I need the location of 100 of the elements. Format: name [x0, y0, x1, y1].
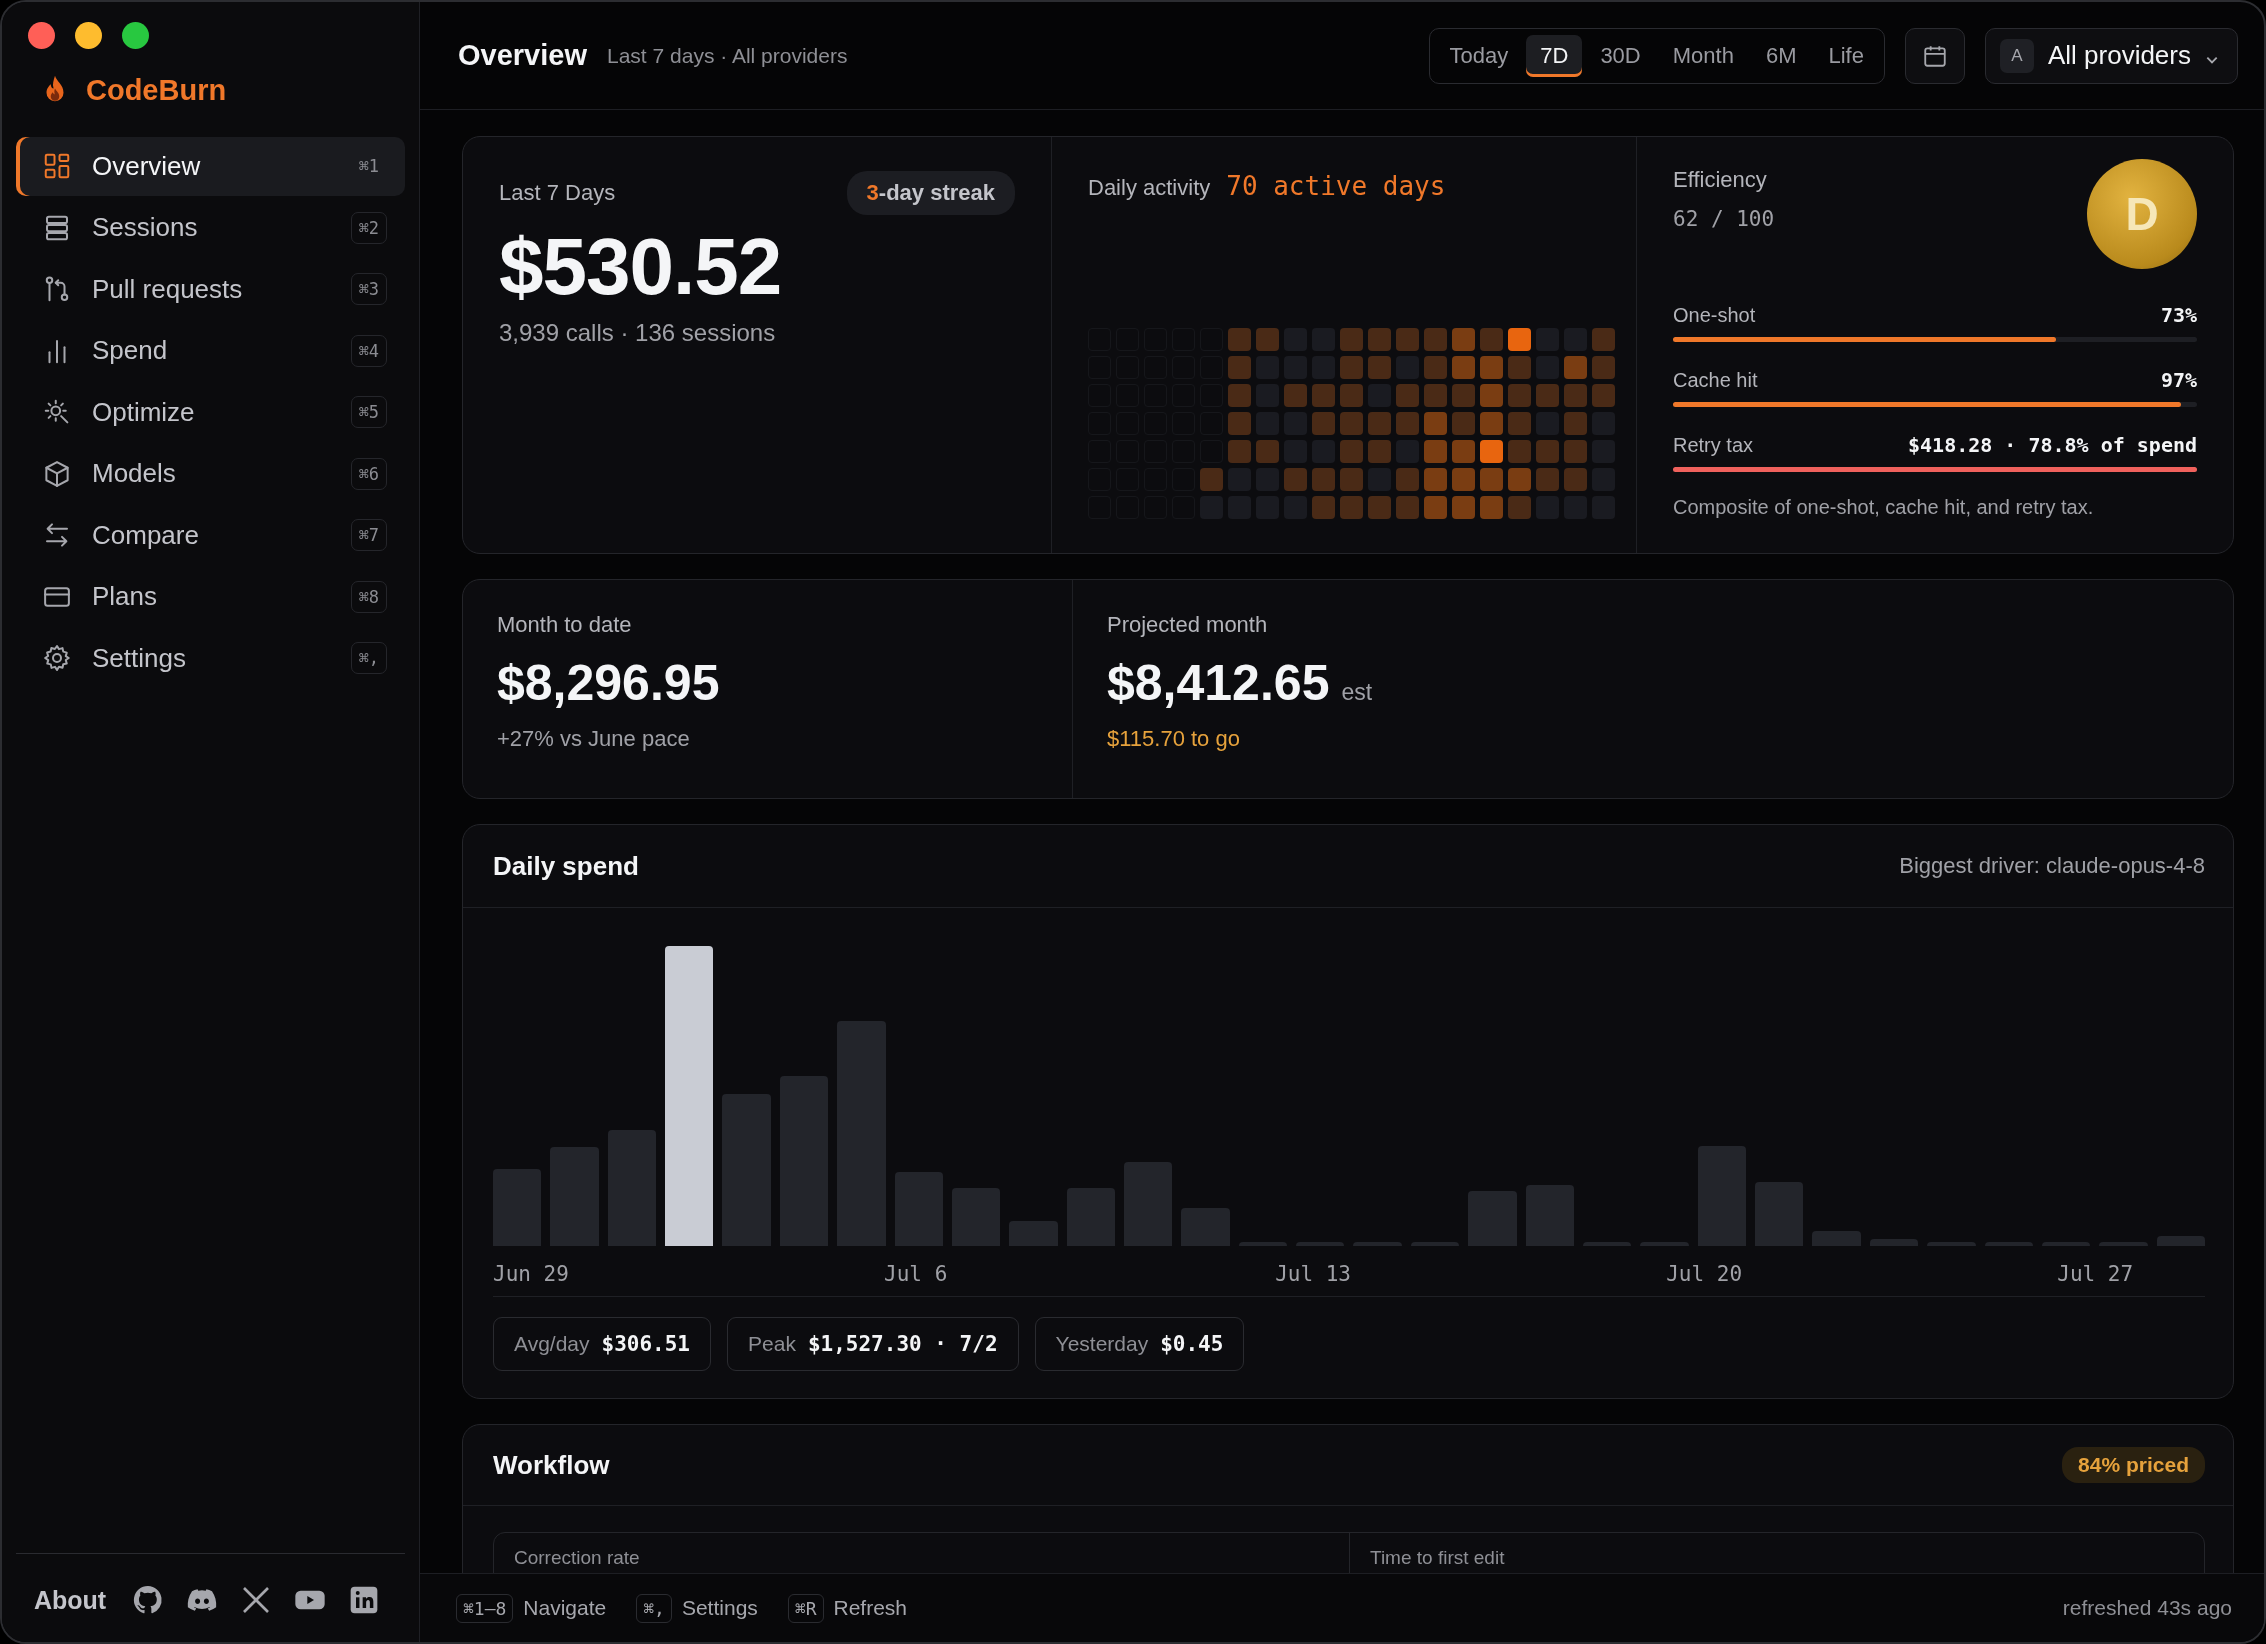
- chart-bar: [1009, 1221, 1058, 1246]
- metric-label: Cache hit: [1673, 368, 1758, 392]
- efficiency-label: Efficiency: [1673, 167, 1768, 193]
- metric-label: Retry tax: [1673, 433, 1754, 457]
- nav-item[interactable]: Models ⌘6: [16, 444, 405, 503]
- metric-label: One-shot: [1673, 303, 1756, 327]
- chart-bar: [1640, 1241, 1689, 1246]
- refresh-status: refreshed 43s ago: [2062, 1596, 2232, 1620]
- streak-badge: 3-day streak: [846, 171, 1015, 215]
- metric-value: 73%: [2160, 303, 2197, 327]
- chart-bar: [951, 1188, 1001, 1246]
- axis-label: Jun 29: [493, 1262, 570, 1286]
- usage-detail: 3,939 calls · 136 sessions: [499, 319, 777, 347]
- nav-item[interactable]: Compare ⌘7: [16, 506, 405, 565]
- activity-label: Daily activity: [1088, 175, 1211, 201]
- about-link[interactable]: About: [34, 1585, 107, 1615]
- calendar-button[interactable]: [1904, 27, 1965, 84]
- cube-icon: [42, 458, 72, 489]
- axis-label: Jul 6: [884, 1262, 949, 1286]
- axis-label: Jul 20: [1666, 1262, 1744, 1286]
- active-days: 70 active days: [1226, 171, 1446, 201]
- stat-value: $1,527.30 · 7/2: [807, 1332, 998, 1356]
- page-title: Overview: [458, 39, 587, 72]
- range-tab[interactable]: 6M: [1751, 34, 1811, 77]
- stat-value: $0.45: [1160, 1332, 1224, 1356]
- app-name: CodeBurn: [86, 73, 227, 107]
- total-amount: $530.52: [499, 221, 783, 313]
- stat-label: Peak: [748, 1332, 796, 1356]
- shortcut-key: ⌘R: [787, 1593, 824, 1623]
- nav-item[interactable]: Overview ⌘1: [16, 137, 405, 196]
- range-tab[interactable]: 7D: [1526, 34, 1583, 77]
- stat-label: Yesterday: [1055, 1332, 1149, 1356]
- efficiency-score: 62 / 100: [1673, 207, 1775, 231]
- shortcut-key: ⌘2: [350, 211, 387, 244]
- chart-bar: [1410, 1241, 1460, 1246]
- range-tab[interactable]: 30D: [1586, 34, 1655, 77]
- stat-value: $306.51: [601, 1332, 690, 1356]
- chart-bar: [2156, 1235, 2205, 1246]
- minimize-button[interactable]: [75, 22, 102, 49]
- shortcut-key: ⌘5: [350, 396, 387, 429]
- provider-avatar: A: [1999, 38, 2034, 73]
- month-label: Month to date: [497, 612, 633, 638]
- chart-bar: [1238, 1241, 1288, 1246]
- priced-badge: 84% priced: [2062, 1447, 2205, 1483]
- chart-bar: [1582, 1241, 1632, 1246]
- projection-detail: $115.70 to go: [1107, 726, 1241, 752]
- nav-item[interactable]: Optimize ⌘5: [16, 383, 405, 442]
- nav-item[interactable]: Plans ⌘8: [16, 567, 405, 626]
- month-amount: $8,296.95: [497, 654, 720, 712]
- chart-bar: [1468, 1191, 1517, 1246]
- chart-bar: [1353, 1241, 1402, 1246]
- settings-icon: [42, 643, 72, 674]
- nav-item[interactable]: Pull requests ⌘3: [16, 260, 405, 319]
- efficiency-note: Composite of one-shot, cache hit, and retry tax.: [1673, 496, 2095, 519]
- metric-value: $418.28 · 78.8% of spend: [1908, 433, 2197, 457]
- chart-bar: [1066, 1188, 1116, 1246]
- chart-bar: [2099, 1241, 2148, 1246]
- chart-bar: [1181, 1208, 1230, 1246]
- chart-bar: [1984, 1241, 2033, 1246]
- range-tab[interactable]: Today: [1435, 34, 1523, 77]
- shortcut-key: ⌘1: [350, 150, 387, 183]
- shortcut-key: ⌘,: [350, 642, 387, 675]
- shortcut-label: Settings: [681, 1596, 758, 1620]
- page-subtitle: Last 7 days · All providers: [607, 43, 849, 68]
- nav-item[interactable]: Settings ⌘,: [16, 629, 405, 688]
- provider-label: All providers: [2047, 40, 2191, 71]
- card-title: Daily spend: [493, 850, 639, 882]
- shortcut-label: Navigate: [523, 1596, 607, 1620]
- range-tab[interactable]: Life: [1814, 34, 1878, 77]
- shortcut-key: ⌘7: [350, 519, 387, 552]
- estimate-suffix: est: [1341, 679, 1373, 706]
- shortcut-key: ⌘8: [350, 580, 387, 613]
- projection-amount: $8,412.65: [1107, 654, 1330, 712]
- axis-label: Jul 27: [2057, 1262, 2135, 1286]
- projection-label: Projected month: [1107, 612, 1269, 638]
- shortcut-key: ⌘3: [350, 273, 387, 306]
- chart-bar: [1869, 1238, 1919, 1246]
- chart-bar: [1755, 1182, 1804, 1246]
- axis-label: Jul 13: [1275, 1262, 1352, 1286]
- shortcut-key: ⌘1–8: [456, 1593, 514, 1623]
- month-detail: +27% vs June pace: [497, 726, 691, 752]
- period-label: Last 7 Days: [499, 180, 616, 206]
- close-button[interactable]: [28, 22, 55, 49]
- nav-item[interactable]: Spend ⌘4: [16, 321, 405, 380]
- chart-bar: [1812, 1231, 1861, 1246]
- shortcut-key: ⌘,: [636, 1593, 672, 1623]
- metric-value: 97%: [2160, 368, 2197, 392]
- metric-label: Time to first edit: [1370, 1547, 1505, 1568]
- chart-bar: [1927, 1241, 1976, 1246]
- provider-dropdown[interactable]: A All providers: [1984, 27, 2238, 84]
- chart-bar: [2041, 1241, 2091, 1246]
- range-tab[interactable]: Month: [1658, 34, 1748, 77]
- nav-item[interactable]: Sessions ⌘2: [16, 198, 405, 257]
- zoom-button[interactable]: [122, 22, 149, 49]
- shortcut-key: ⌘6: [350, 457, 387, 490]
- card-title: Workflow: [493, 1449, 610, 1481]
- shortcut-key: ⌘4: [350, 334, 387, 367]
- metric-label: Correction rate: [514, 1547, 640, 1568]
- shortcut-label: Refresh: [833, 1596, 908, 1620]
- stat-label: Avg/day: [514, 1332, 590, 1356]
